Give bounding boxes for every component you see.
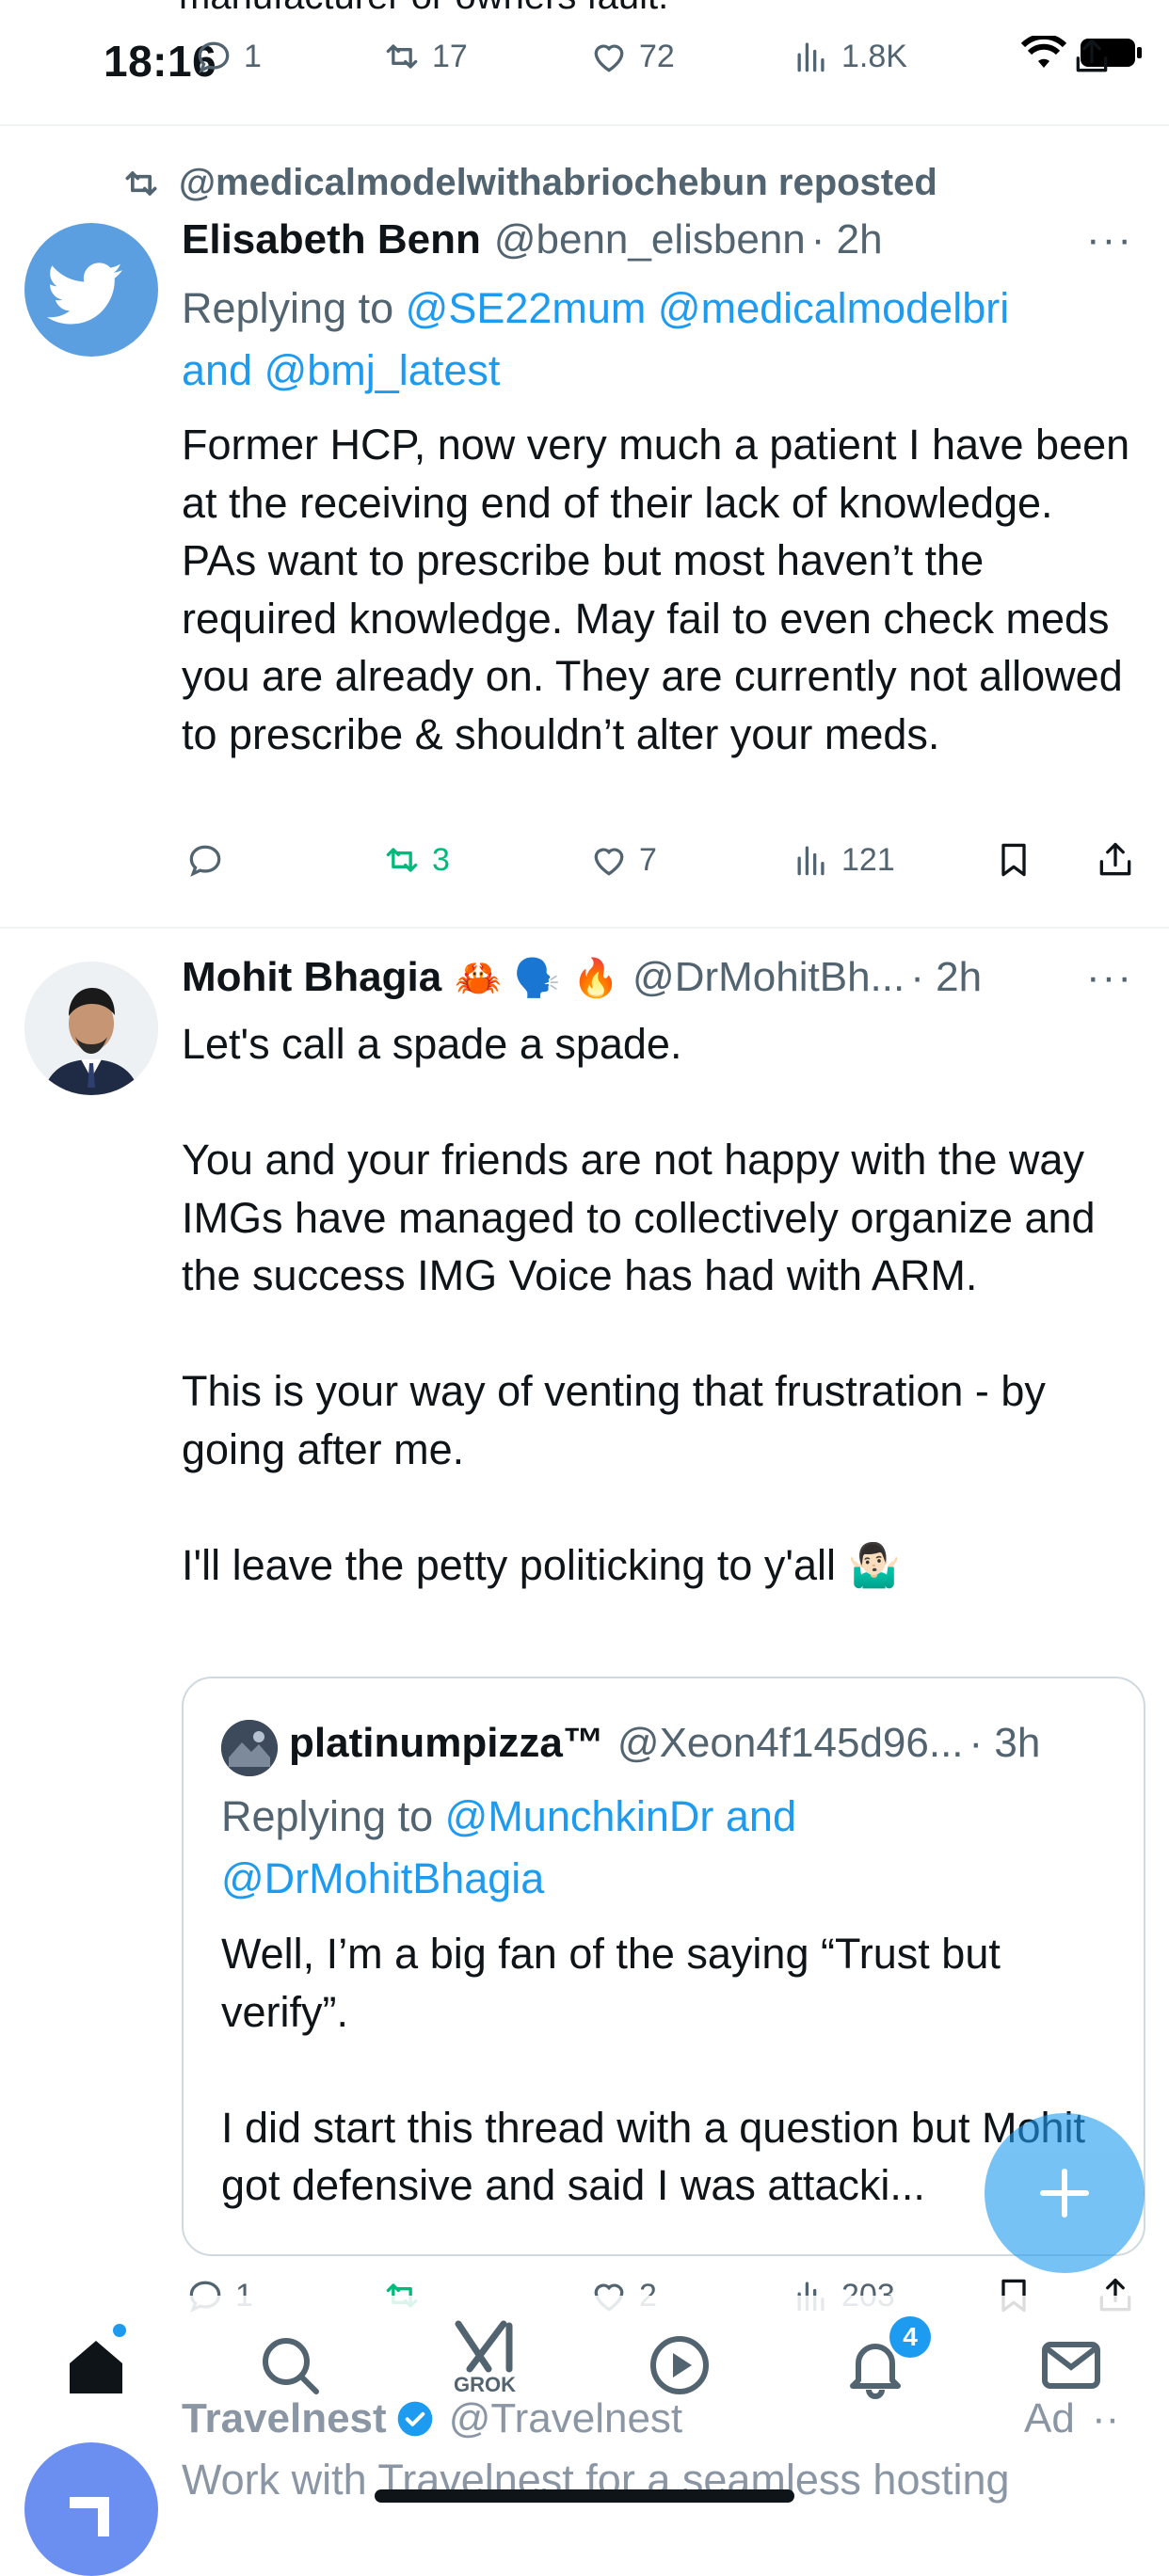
post-time: · 2h [810,216,883,262]
post-text: Let's call a spade a spade. You and your… [182,1020,1096,1589]
home-icon [70,2341,122,2393]
views-button[interactable]: 121 [791,839,895,881]
repost-icon [386,848,418,872]
reply-icon [189,845,221,877]
author-handle[interactable]: @benn_elisbenn [494,216,806,263]
replying-to-label: Replying to [221,1792,445,1840]
nav-messages[interactable] [1033,2328,1109,2403]
home-indicator [375,2489,794,2503]
reply-count: 1 [244,38,262,74]
post-actions: 3 7 121 [0,839,1169,896]
travelnest-logo-icon [70,2497,109,2536]
post-text: Former HCP, now very much a patient I ha… [182,421,1142,758]
bookmark-button[interactable] [993,839,1034,881]
author-handle[interactable]: @Travelnest [449,2395,682,2442]
post-time: · 2h [910,954,983,1000]
quoted-post-header: platinumpizza™ @Xeon4f145d96... · 3h [289,1720,1040,1767]
like-count: 7 [639,841,657,878]
nav-grok[interactable]: GROK [447,2316,522,2396]
ad-label: Ad [1024,2395,1075,2441]
repost-button[interactable]: 17 [381,36,468,77]
author-handle[interactable]: @DrMohitBh... [633,954,905,1001]
grok-label: GROK [454,2373,516,2396]
avatar[interactable] [24,223,158,357]
previous-post-actions: 1 17 72 1.8K [0,36,1169,92]
views-button[interactable]: 1.8K [791,36,907,77]
author-emojis: 🦀 🗣️ 🔥 [455,956,620,1000]
divider [0,124,1169,126]
profile-photo-icon [221,1720,278,1776]
nav-home[interactable] [58,2328,134,2403]
heart-icon [594,848,624,876]
compose-button[interactable] [985,2113,1145,2273]
previous-post-clipped-text: manufacturer or owners fault. [179,0,668,18]
author-name[interactable]: Elisabeth Benn [182,216,481,263]
repost-button[interactable]: 3 [381,839,450,881]
like-button[interactable]: 7 [588,839,657,881]
more-options-button[interactable]: ··· [1086,954,1133,1001]
bookmark-icon [1001,843,1026,877]
author-name[interactable]: Mohit Bhagia [182,954,441,1001]
post-header: Mohit Bhagia 🦀 🗣️ 🔥 @DrMohitBh... · 2h [182,954,982,1001]
plus-icon [1040,2169,1089,2218]
new-posts-dot [113,2324,126,2337]
repost-context-label: @medicalmodelwithabriochebun reposted [179,162,937,203]
divider [0,927,1169,929]
grok-icon [455,2320,513,2373]
like-button[interactable]: 72 [588,36,675,77]
heart-icon [594,44,624,72]
views-count: 1.8K [841,38,907,74]
reply-button[interactable] [184,839,226,881]
avatar[interactable] [24,962,158,1095]
more-options-button[interactable]: ··· [1086,216,1133,263]
repost-icon [386,44,418,69]
verified-badge-icon [397,2401,433,2437]
repost-count: 3 [432,841,450,878]
replying-to-label: Replying to [182,284,406,332]
mail-icon [1042,2342,1100,2389]
post-header: Elisabeth Benn @benn_elisbenn · 2h [182,216,883,263]
author-name[interactable]: platinumpizza™ [289,1720,604,1767]
reply-button[interactable]: 1 [193,36,262,77]
author-name[interactable]: Travelnest [182,2395,387,2442]
share-icon [1099,842,1131,876]
reply-icon [198,41,230,73]
avatar[interactable] [24,2442,158,2576]
mention-link[interactable]: @SE22mum @medicalmodelbri [406,284,1010,332]
like-count: 72 [639,38,675,74]
bird-icon [46,262,122,325]
replying-to: Replying to @SE22mum @medicalmodelbri an… [182,278,1123,402]
play-icon [650,2336,709,2394]
notifications-badge: 4 [889,2316,931,2358]
nav-search[interactable] [252,2328,328,2403]
mention-link[interactable]: @MunchkinDr and [445,1792,796,1840]
replying-to: Replying to @MunchkinDr and @DrMohitBhag… [221,1786,1087,1910]
views-icon [797,42,825,72]
profile-photo-icon [24,962,158,1095]
repost-context[interactable]: @medicalmodelwithabriochebun reposted [120,162,937,204]
author-handle[interactable]: @Xeon4f145d96... [617,1720,964,1767]
mention-link[interactable]: @bmj_latest [264,346,501,394]
mention-link[interactable]: and [182,346,264,394]
share-button[interactable] [1071,36,1113,77]
mention-link[interactable]: @DrMohitBhagia [221,1854,544,1902]
post-time: · 3h [969,1720,1041,1766]
views-count: 121 [841,841,895,878]
views-icon [797,846,825,876]
share-icon [1076,39,1108,72]
avatar[interactable] [221,1720,278,1776]
ad-header: Travelnest @Travelnest [182,2395,682,2442]
repost-icon [125,170,157,196]
nav-video[interactable] [642,2328,717,2403]
more-options-button[interactable]: ·· [1092,2395,1119,2442]
repost-count: 17 [432,38,468,74]
share-button[interactable] [1095,839,1136,881]
search-icon [263,2338,319,2394]
quoted-post-text: Well, I’m a big fan of the saying “Trust… [221,1930,1085,2209]
